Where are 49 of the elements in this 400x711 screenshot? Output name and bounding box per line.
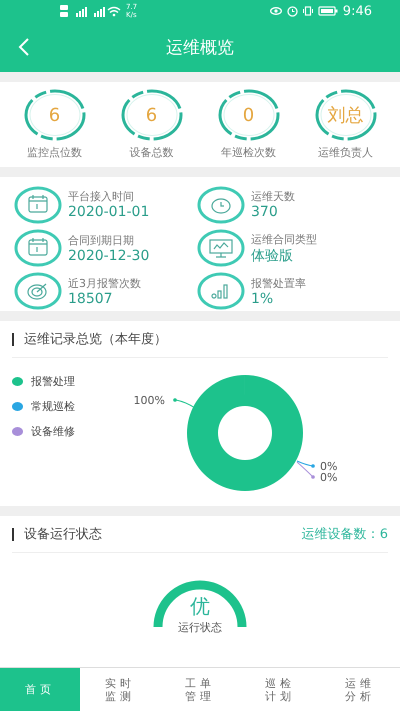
donut-hole xyxy=(218,406,272,460)
info-label: 报警处置率 xyxy=(251,276,306,291)
stat-value: 6 xyxy=(146,104,158,126)
vibrate-icon xyxy=(302,6,313,16)
info-label: 合同到期日期 xyxy=(68,232,135,248)
info-label: 平台接入时间 xyxy=(68,189,135,204)
legend-label: 报警处理 xyxy=(31,374,75,389)
info-value: 2020-01-01 xyxy=(68,204,150,220)
info-label: 运维天数 xyxy=(251,189,295,204)
status-caption: 运行状态 xyxy=(178,620,222,635)
info-value: 2020-12-30 xyxy=(68,248,150,264)
leader-line xyxy=(173,398,196,408)
battery-icon xyxy=(318,6,338,16)
page-title: 运维概览 xyxy=(166,36,234,58)
nav-tab[interactable]: 运维分析 xyxy=(320,668,400,711)
nav-tab[interactable]: 实时监测 xyxy=(80,668,160,711)
device-count: 运维设备数：6 xyxy=(302,526,388,543)
monitor-icon xyxy=(197,229,245,268)
calendar-icon xyxy=(14,229,62,268)
status-grade: 优 xyxy=(190,593,210,620)
legend-label: 设备维修 xyxy=(31,424,75,439)
calendar-icon xyxy=(14,186,62,224)
info-label: 运维合同类型 xyxy=(251,232,317,247)
back-icon[interactable] xyxy=(18,37,30,57)
stat-label: 运维负责人 xyxy=(318,145,373,160)
info-value: 体验版 xyxy=(251,246,294,265)
legend-label: 常规巡检 xyxy=(31,399,75,414)
nav-tab[interactable]: 巡检计划 xyxy=(240,668,320,711)
info-label: 近3月报警次数 xyxy=(68,276,141,291)
data-label: 0% xyxy=(320,471,338,484)
stat-label: 监控点位数 xyxy=(27,145,82,160)
stat-value: 刘总 xyxy=(328,104,364,128)
info-value: 370 xyxy=(251,204,279,220)
signal-icon xyxy=(60,4,122,18)
stat-label: 设备总数 xyxy=(130,145,174,160)
data-label: 0% xyxy=(320,460,338,473)
eye-icon xyxy=(270,7,282,15)
clock-time: 9:46 xyxy=(342,4,372,18)
clock-icon xyxy=(197,186,245,224)
info-value: 1% xyxy=(251,290,274,307)
section-title: 设备运行状态 xyxy=(12,528,102,540)
stat-value: 0 xyxy=(242,104,254,126)
alarm-icon xyxy=(286,6,298,16)
info-value: 18507 xyxy=(68,290,114,307)
stat-value: 6 xyxy=(48,104,60,126)
section-title: 运维记录总览（本年度） xyxy=(12,332,167,346)
data-label: 100% xyxy=(134,394,165,407)
nav-tab[interactable]: 工单管理 xyxy=(160,668,240,711)
stat-label: 年巡检次数 xyxy=(221,145,276,160)
